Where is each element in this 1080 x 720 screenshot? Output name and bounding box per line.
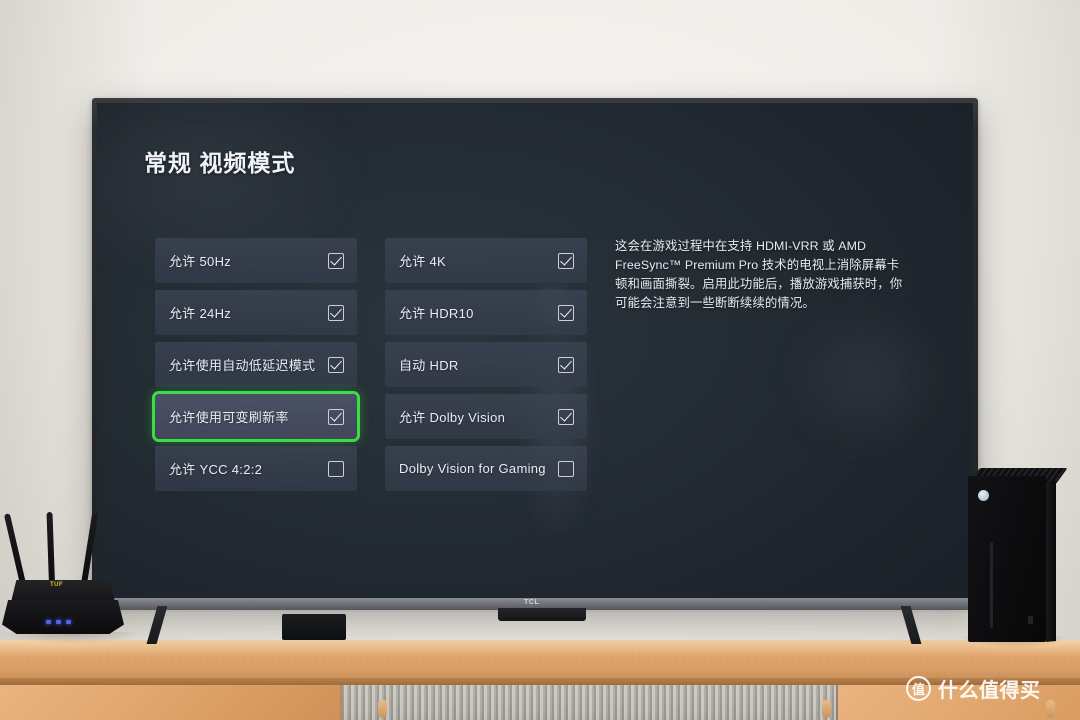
options-column-left: 允许 50Hz 允许 24Hz 允许使用自动低延迟模式 允许使用可变刷新率 允许… [155,238,357,491]
checkbox-icon[interactable] [328,356,344,373]
option-row-allow-dolby-vision[interactable]: 允许 Dolby Vision [385,394,587,439]
checkbox-icon[interactable] [328,408,344,425]
cabinet-knob-far-right[interactable] [1046,700,1055,718]
cabinet-wood-panel-left[interactable] [0,685,342,720]
option-label: 允许 HDR10 [399,306,474,321]
checkbox-icon[interactable] [558,460,574,477]
options-column-right: 允许 4K 允许 HDR10 自动 HDR 允许 Dolby Vision Do… [385,238,587,491]
option-row-allow-4k[interactable]: 允许 4K [385,238,587,283]
video-modes-settings-screen: 常规 视频模式 允许 50Hz 允许 24Hz 允许使用自动低延迟模式 允许使用… [97,103,973,598]
option-row-allow-50hz[interactable]: 允许 50Hz [155,238,357,283]
xbox-front-face [968,476,1046,642]
checkbox-icon[interactable] [558,252,574,269]
option-row-auto-hdr[interactable]: 自动 HDR [385,342,587,387]
router-antenna-left [3,513,26,585]
router-base-shell [2,600,124,634]
option-label: 允许 24Hz [169,306,232,321]
option-label: Dolby Vision for Gaming [399,461,546,476]
page-title: 常规 视频模式 [144,150,296,176]
checkbox-icon[interactable] [558,356,574,373]
wifi-router: TUF [2,508,124,640]
watermark-badge-icon: 值 [906,676,931,701]
option-row-auto-low-latency-mode[interactable]: 允许使用自动低延迟模式 [155,342,357,387]
led-indicator [46,620,51,624]
set-top-box [282,614,346,640]
watermark-text: 什么值得买 [938,678,1041,702]
router-brand-logo: TUF [50,582,64,588]
tv-screen: 常规 视频模式 允许 50Hz 允许 24Hz 允许使用自动低延迟模式 允许使用… [97,103,973,598]
xbox-usb-port [1028,616,1033,624]
led-indicator [56,620,61,624]
xbox-side-face [1046,480,1056,642]
tv-brand-logo: TCL [524,599,540,606]
router-status-leds [46,620,71,624]
cabinet-knob-right[interactable] [822,700,831,718]
option-label: 自动 HDR [399,358,459,373]
router-antenna-right [81,512,99,585]
option-label: 允许 YCC 4:2:2 [169,462,263,477]
options-columns: 允许 50Hz 允许 24Hz 允许使用自动低延迟模式 允许使用可变刷新率 允许… [155,238,587,491]
option-label: 允许 50Hz [169,254,232,269]
cabinet-knob-left[interactable] [378,700,387,718]
option-row-dolby-vision-for-gaming[interactable]: Dolby Vision for Gaming [385,446,587,491]
checkbox-icon[interactable] [328,304,344,321]
game-console-xbox-series-x [968,468,1068,644]
option-label: 允许 Dolby Vision [399,410,506,425]
option-description-text: 这会在游戏过程中在支持 HDMI-VRR 或 AMD FreeSync™ Pre… [615,239,903,310]
option-row-variable-refresh-rate[interactable]: 允许使用可变刷新率 [155,394,357,439]
option-row-allow-hdr10[interactable]: 允许 HDR10 [385,290,587,335]
television: 常规 视频模式 允许 50Hz 允许 24Hz 允许使用自动低延迟模式 允许使用… [92,98,978,606]
option-label: 允许使用自动低延迟模式 [169,358,316,373]
xbox-disc-slot [990,542,993,628]
checkbox-icon[interactable] [328,252,344,269]
checkbox-icon[interactable] [328,460,344,477]
checkbox-icon[interactable] [558,408,574,425]
watermark: 值 什么值得买 [906,674,1041,703]
option-row-allow-ycc-422[interactable]: 允许 YCC 4:2:2 [155,446,357,491]
cabinet-fluted-glass-door[interactable] [342,685,838,720]
led-indicator [66,620,71,624]
option-row-allow-24hz[interactable]: 允许 24Hz [155,290,357,335]
router-antenna-center [46,511,55,585]
photo-scene: 常规 视频模式 允许 50Hz 允许 24Hz 允许使用自动低延迟模式 允许使用… [0,0,1080,720]
checkbox-icon[interactable] [558,304,574,321]
option-label: 允许 4K [399,254,447,269]
tv-center-module [498,608,586,621]
option-label: 允许使用可变刷新率 [169,410,289,425]
xbox-power-button-icon[interactable] [978,490,989,501]
